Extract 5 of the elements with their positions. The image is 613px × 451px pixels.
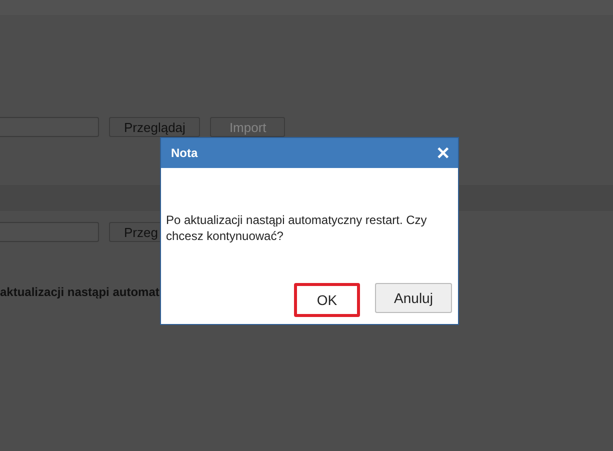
dialog-title: Nota: [171, 146, 198, 160]
update-notice: aktualizacji nastąpi automat: [0, 285, 160, 299]
ok-button[interactable]: OK: [294, 283, 360, 317]
close-button[interactable]: ✕: [436, 142, 450, 164]
cancel-button[interactable]: Anuluj: [375, 283, 452, 313]
